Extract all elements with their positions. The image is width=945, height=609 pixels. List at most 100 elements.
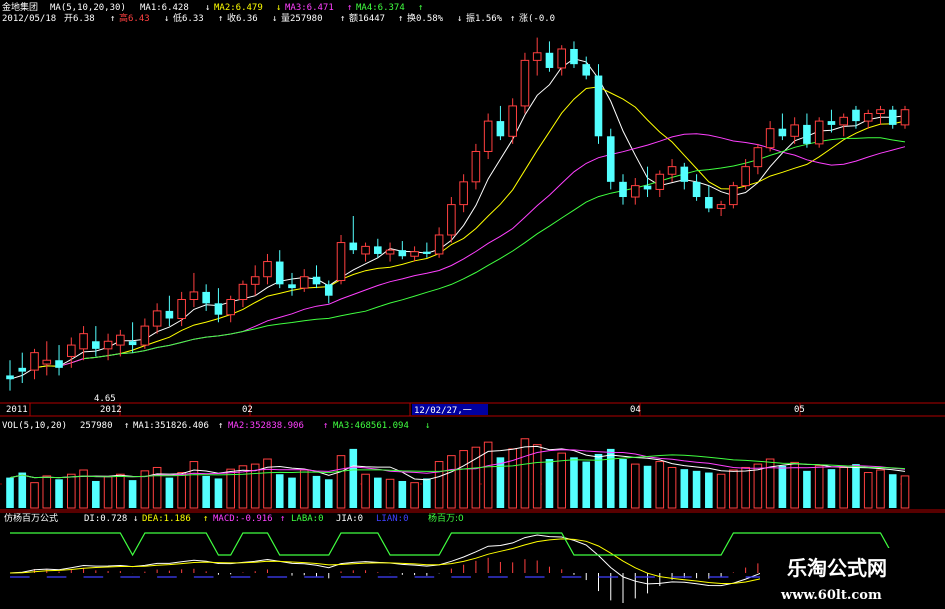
volume-bar-down bbox=[288, 477, 296, 508]
candle-body-up bbox=[667, 166, 677, 175]
ind-dea-arrow-icon: ↑ bbox=[203, 514, 208, 524]
candle-body-up bbox=[655, 173, 665, 190]
volume-bar-down bbox=[398, 480, 407, 508]
volume-bar-down bbox=[888, 474, 897, 508]
turnover-arrow-icon: ↓ bbox=[457, 14, 462, 24]
candle-body-down bbox=[803, 124, 811, 144]
quote-close: 收6.36 bbox=[227, 12, 258, 24]
vol-arrow-icon: ↑ bbox=[124, 421, 129, 431]
candle-body-down bbox=[692, 181, 701, 198]
candle-body-down bbox=[202, 291, 210, 304]
volume-bar-up bbox=[103, 476, 113, 509]
candle-body-up bbox=[410, 251, 419, 257]
time-label-02: 02 bbox=[242, 405, 253, 415]
open-arrow-icon: ↑ bbox=[110, 14, 115, 24]
volume-bar-up bbox=[741, 466, 750, 509]
candle-body-down bbox=[128, 341, 137, 346]
cursor-date-label: 12/02/27,一 bbox=[414, 406, 472, 416]
volume-bar-down bbox=[349, 448, 358, 508]
volume-bar-up bbox=[655, 461, 665, 509]
time-label-2011: 2011 bbox=[6, 405, 28, 415]
volume-bar-down bbox=[582, 461, 591, 508]
candle-body-up bbox=[508, 105, 517, 137]
high-arrow-icon: ↓ bbox=[164, 14, 169, 24]
ind-di-arrow-icon: ↓ bbox=[133, 514, 138, 524]
ind-di: DI:0.728 bbox=[84, 514, 127, 524]
candle-body-up bbox=[226, 299, 235, 316]
stock-name: 金地集团 bbox=[2, 1, 38, 13]
volume-bar-down bbox=[275, 474, 284, 508]
volume-bar-up bbox=[471, 446, 481, 509]
close-arrow-icon: ↓ bbox=[272, 14, 277, 24]
ind-macd: MACD:-0.916 bbox=[213, 514, 273, 524]
candle-body-up bbox=[152, 310, 162, 327]
candle-body-down bbox=[288, 284, 296, 289]
volume-bar-up bbox=[508, 448, 517, 509]
quote-date: 2012/05/18 bbox=[2, 14, 56, 24]
candle-body-up bbox=[729, 185, 738, 206]
vol-ma2: MA2:352838.906 bbox=[228, 421, 304, 431]
candle-body-down bbox=[643, 185, 652, 190]
candle-body-up bbox=[790, 124, 799, 137]
low-arrow-icon: ↑ bbox=[218, 14, 223, 24]
volume-bar-up bbox=[716, 473, 726, 509]
volume-bar-up bbox=[42, 475, 52, 509]
quote-amount: 额16447 bbox=[349, 12, 385, 24]
watermark-title: 乐淘公式网 bbox=[787, 556, 887, 580]
candle-body-up bbox=[299, 276, 309, 289]
candle-body-down bbox=[349, 242, 358, 251]
candle-body-up bbox=[557, 48, 567, 69]
candle-body-down bbox=[55, 360, 63, 368]
volume-bar-up bbox=[900, 475, 910, 509]
volume-bar-down bbox=[324, 479, 333, 508]
volume-bar-up bbox=[361, 473, 370, 509]
watermark-url: www.60lt.com bbox=[780, 588, 882, 603]
volume-bar-down bbox=[827, 469, 836, 508]
volume-arrow-icon: ↑ bbox=[340, 14, 345, 24]
candlestick-series bbox=[6, 37, 910, 391]
volume-bar-down bbox=[705, 472, 713, 508]
volume-bar-up bbox=[839, 466, 848, 509]
volume-bar-up bbox=[67, 473, 76, 509]
volume-bar-up bbox=[459, 450, 468, 509]
time-label-2012: 2012 bbox=[100, 405, 122, 415]
candle-body-down bbox=[619, 181, 627, 198]
volume-bar-down bbox=[606, 448, 615, 508]
stock-chart-canvas[interactable]: 金地集团 MA(5,10,20,30) MA1:6.428 ↓ MA2:6.47… bbox=[0, 0, 945, 609]
volume-bar-down bbox=[778, 465, 787, 508]
quote-low: 低6.33 bbox=[173, 12, 204, 24]
candle-body-down bbox=[374, 246, 382, 254]
volume-bar-up bbox=[667, 466, 677, 509]
ma3-arrow-icon: ↑ bbox=[347, 3, 352, 13]
ind-dea: DEA:1.186 bbox=[142, 514, 191, 524]
volume-bar-down bbox=[55, 479, 63, 508]
ind-lian: LIAN:0 bbox=[376, 514, 409, 524]
amplitude-arrow-icon: ↑ bbox=[510, 14, 515, 24]
ma2-arrow-icon: ↓ bbox=[276, 3, 281, 13]
candle-body-up bbox=[839, 116, 848, 126]
volume-bar-up bbox=[336, 455, 346, 509]
candle-body-down bbox=[165, 310, 174, 319]
volume-bar-down bbox=[803, 470, 811, 508]
candle-body-down bbox=[594, 75, 603, 137]
volume-bar-up bbox=[434, 461, 444, 509]
vol-ma2-arrow-icon: ↑ bbox=[323, 421, 328, 431]
volume-bar-down bbox=[496, 457, 505, 508]
volume-bar-down bbox=[570, 457, 578, 508]
volume-bar-up bbox=[630, 463, 640, 509]
volume-bar-down bbox=[680, 469, 689, 508]
volume-bar-down bbox=[312, 475, 321, 508]
ma30-line bbox=[83, 137, 906, 360]
volume-bar-down bbox=[594, 453, 603, 508]
candle-body-up bbox=[765, 128, 775, 149]
volume-bar-up bbox=[299, 469, 309, 509]
ind-laba: LABA:0 bbox=[291, 514, 324, 524]
vol-ma3: MA3:468561.094 bbox=[333, 421, 409, 431]
volume-bar-up bbox=[385, 478, 395, 509]
candle-body-up bbox=[79, 333, 88, 350]
candle-body-up bbox=[434, 234, 444, 255]
candle-body-down bbox=[6, 375, 14, 380]
candle-body-up bbox=[177, 299, 186, 319]
candle-body-up bbox=[103, 340, 113, 350]
quote-high: 高6.43 bbox=[119, 12, 150, 24]
